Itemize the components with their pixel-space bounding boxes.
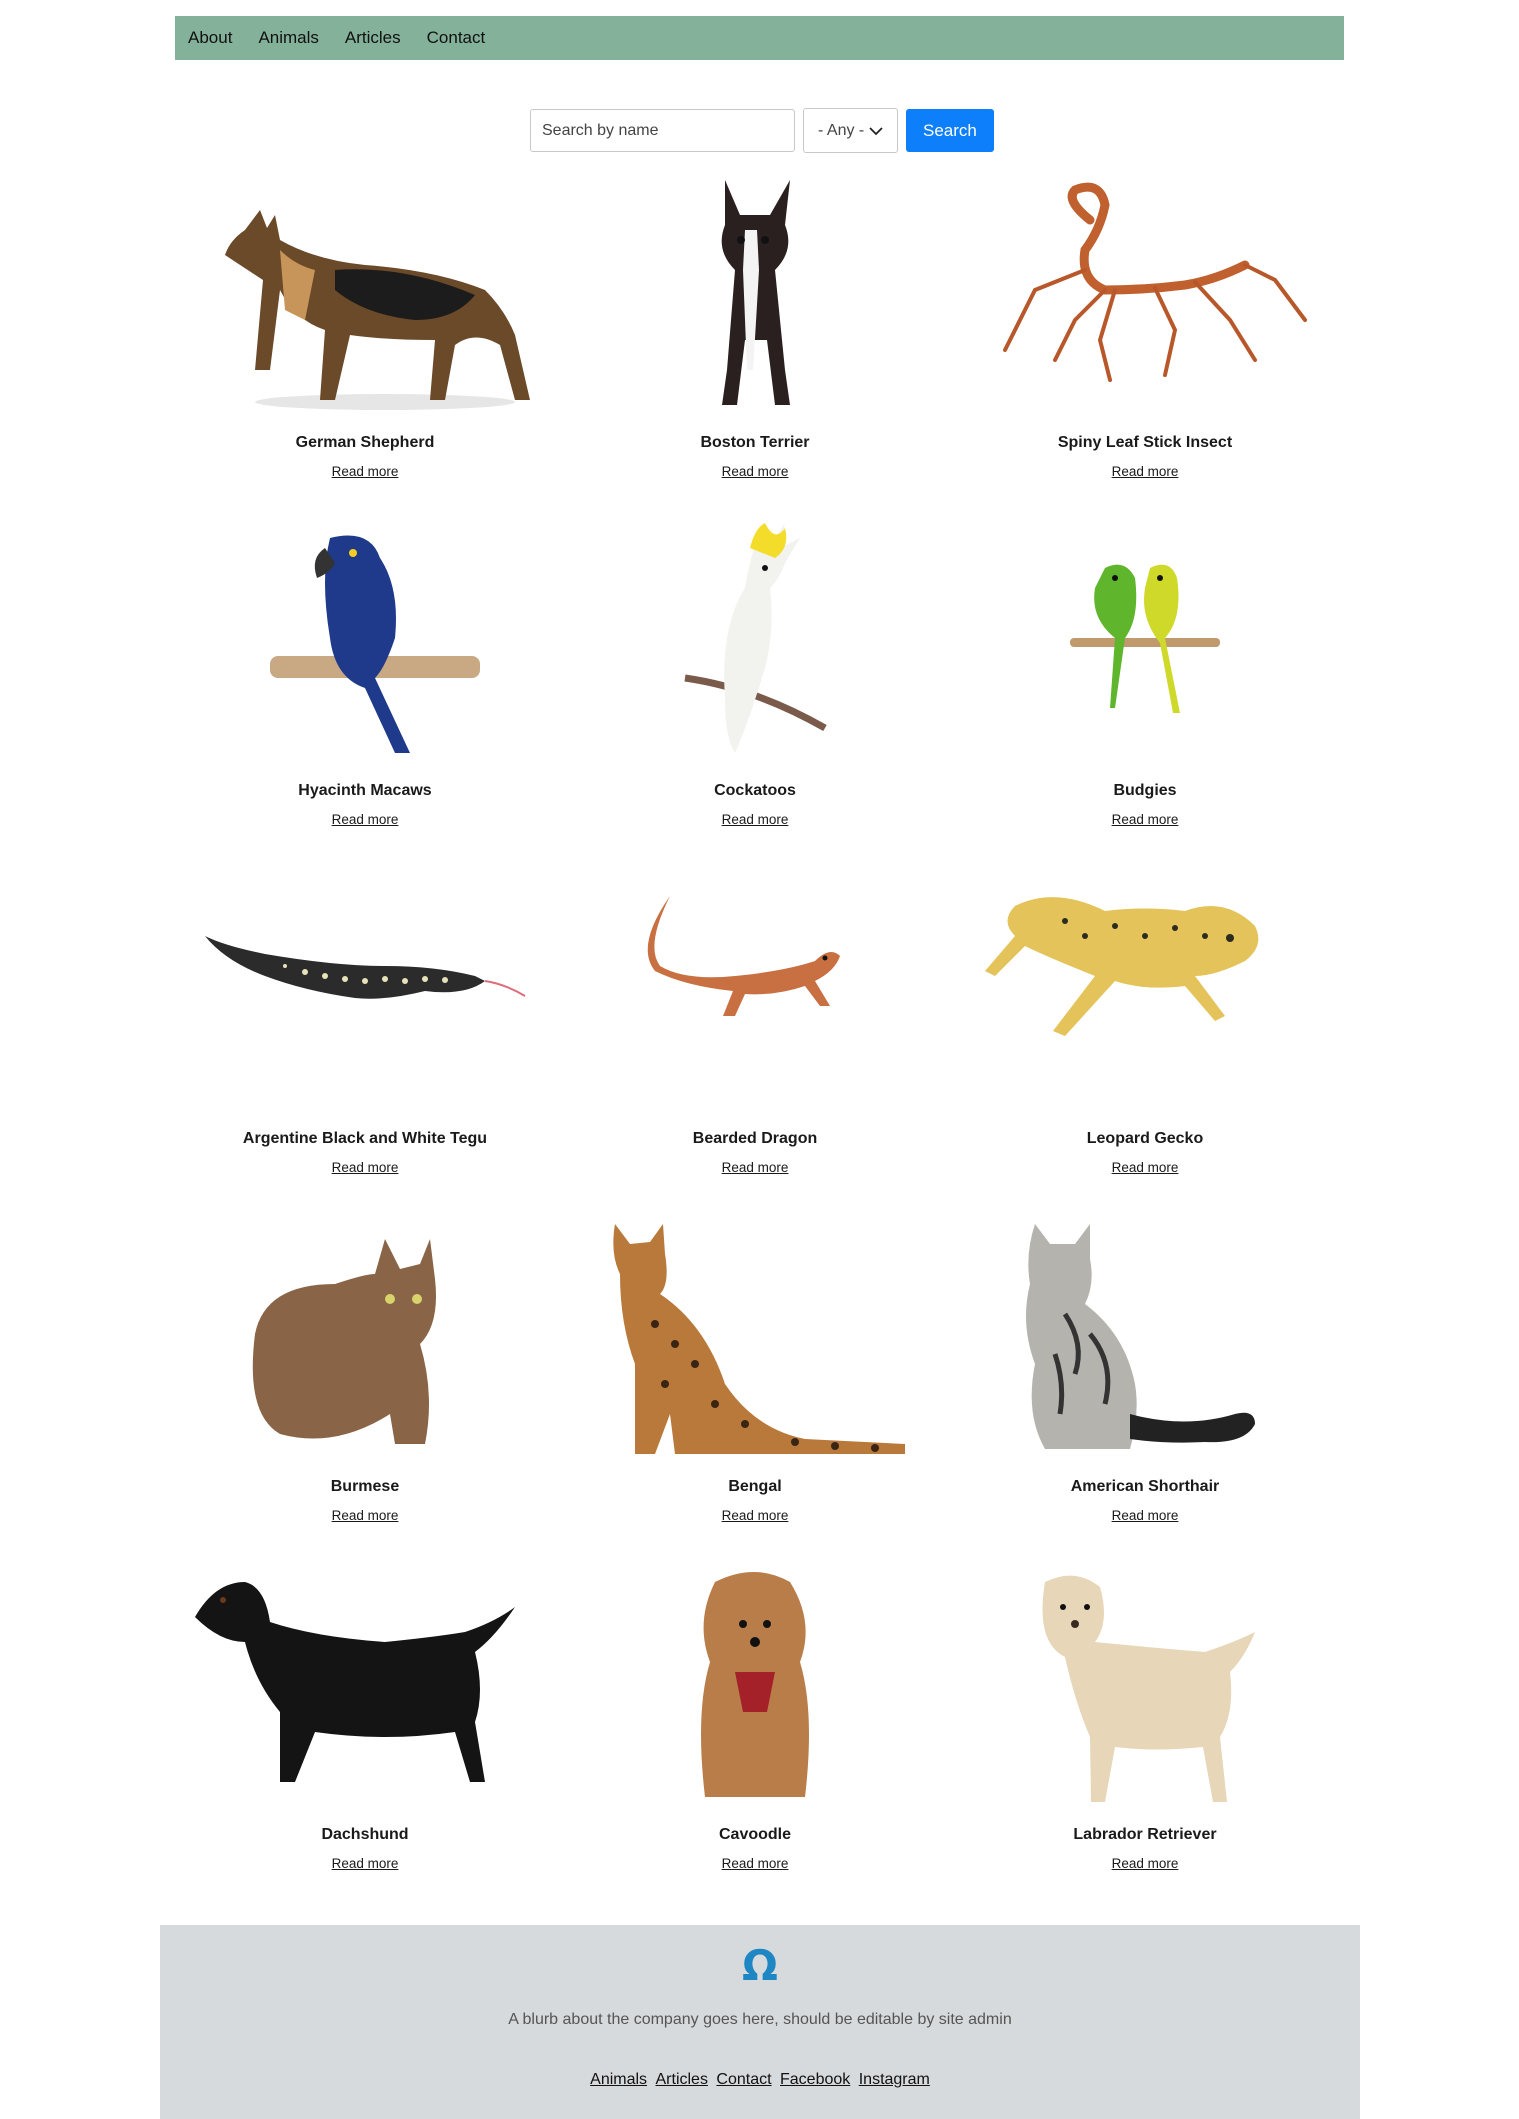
read-more-link[interactable]: Read more	[175, 812, 555, 827]
nav-articles[interactable]: Articles	[345, 28, 401, 48]
footer-link-facebook[interactable]: Facebook	[780, 2071, 850, 2088]
read-more-link[interactable]: Read more	[175, 464, 555, 479]
type-select[interactable]: - Any -	[803, 108, 898, 153]
site-footer: Ω A blurb about the company goes here, s…	[160, 1925, 1360, 2119]
burmese-cat-image[interactable]	[185, 1214, 545, 1464]
american-shorthair-image[interactable]	[965, 1214, 1325, 1464]
read-more-link[interactable]: Read more	[955, 1160, 1335, 1175]
animal-card: Hyacinth Macaws Read more	[175, 518, 555, 848]
read-more-link[interactable]: Read more	[175, 1856, 555, 1871]
animal-name: Hyacinth Macaws	[298, 782, 432, 799]
animal-name: Cavoodle	[718, 1826, 791, 1843]
read-more-link[interactable]: Read more	[565, 1856, 945, 1871]
animal-name: Burmese	[330, 1478, 400, 1495]
animal-card: Boston Terrier Read more	[565, 170, 945, 500]
animal-card: Bengal Read more	[565, 1214, 945, 1544]
animal-name: Cockatoos	[714, 782, 796, 799]
animal-name: Bearded Dragon	[692, 1130, 818, 1147]
footer-links: Animals Articles Contact Facebook Instag…	[160, 2071, 1360, 2089]
read-more-link[interactable]: Read more	[955, 1856, 1335, 1871]
animal-card: Labrador Retriever Read more	[955, 1562, 1335, 1892]
animal-name: German Shepherd	[295, 434, 435, 451]
read-more-link[interactable]: Read more	[175, 1508, 555, 1523]
read-more-link[interactable]: Read more	[565, 1160, 945, 1175]
animal-name: Labrador Retriever	[1073, 1826, 1217, 1843]
read-more-link[interactable]: Read more	[175, 1160, 555, 1175]
animal-card: Spiny Leaf Stick Insect Read more	[955, 170, 1335, 500]
nav-contact[interactable]: Contact	[427, 28, 486, 48]
animal-card: Cavoodle Read more	[565, 1562, 945, 1892]
cockatoo-image[interactable]	[575, 518, 935, 768]
tegu-image[interactable]	[185, 866, 545, 1116]
select-value: - Any -	[818, 121, 865, 139]
animal-name: Bengal	[728, 1478, 782, 1495]
animal-card: Dachshund Read more	[175, 1562, 555, 1892]
animal-card: Budgies Read more	[955, 518, 1335, 848]
cavoodle-image[interactable]	[575, 1562, 935, 1812]
animal-card: Burmese Read more	[175, 1214, 555, 1544]
animal-name: Dachshund	[321, 1826, 409, 1843]
animal-card: German Shepherd Read more	[175, 170, 555, 500]
footer-link-instagram[interactable]: Instagram	[859, 2071, 930, 2088]
animal-name: Leopard Gecko	[1086, 1130, 1204, 1147]
read-more-link[interactable]: Read more	[565, 812, 945, 827]
search-bar: - Any - Search	[530, 108, 994, 153]
read-more-link[interactable]: Read more	[955, 812, 1335, 827]
labrador-image[interactable]	[965, 1562, 1325, 1812]
animal-name: Boston Terrier	[700, 434, 810, 451]
animal-card: Argentine Black and White Tegu Read more	[175, 866, 555, 1196]
animal-card: Leopard Gecko Read more	[955, 866, 1335, 1196]
read-more-link[interactable]: Read more	[955, 464, 1335, 479]
read-more-link[interactable]: Read more	[565, 1508, 945, 1523]
animal-card: Cockatoos Read more	[565, 518, 945, 848]
read-more-link[interactable]: Read more	[565, 464, 945, 479]
bearded-dragon-image[interactable]	[575, 866, 935, 1116]
search-input[interactable]	[530, 109, 795, 152]
macaw-image[interactable]	[185, 518, 545, 768]
german-shepherd-image[interactable]	[185, 170, 545, 420]
dachshund-image[interactable]	[185, 1562, 545, 1812]
animal-name: Budgies	[1113, 782, 1177, 799]
top-navbar: About Animals Articles Contact	[175, 16, 1344, 60]
animal-name: American Shorthair	[1070, 1478, 1220, 1495]
footer-link-contact[interactable]: Contact	[716, 2071, 771, 2088]
nav-about[interactable]: About	[188, 28, 232, 48]
budgies-image[interactable]	[965, 518, 1325, 768]
nav-animals[interactable]: Animals	[258, 28, 318, 48]
omega-logo[interactable]: Ω	[160, 1941, 1360, 1990]
bengal-cat-image[interactable]	[575, 1214, 935, 1464]
footer-blurb: A blurb about the company goes here, sho…	[508, 2011, 1012, 2028]
boston-terrier-image[interactable]	[575, 170, 935, 420]
chevron-down-icon	[869, 126, 883, 135]
read-more-link[interactable]: Read more	[955, 1508, 1335, 1523]
animal-card: American Shorthair Read more	[955, 1214, 1335, 1544]
search-button[interactable]: Search	[906, 109, 994, 152]
page: About Animals Articles Contact - Any - S…	[0, 0, 1519, 2119]
animal-card: Bearded Dragon Read more	[565, 866, 945, 1196]
animal-name: Spiny Leaf Stick Insect	[1057, 434, 1233, 451]
stick-insect-image[interactable]	[965, 170, 1325, 420]
footer-link-articles[interactable]: Articles	[656, 2071, 708, 2088]
leopard-gecko-image[interactable]	[965, 866, 1325, 1116]
animal-name: Argentine Black and White Tegu	[242, 1130, 488, 1147]
footer-link-animals[interactable]: Animals	[590, 2071, 647, 2088]
